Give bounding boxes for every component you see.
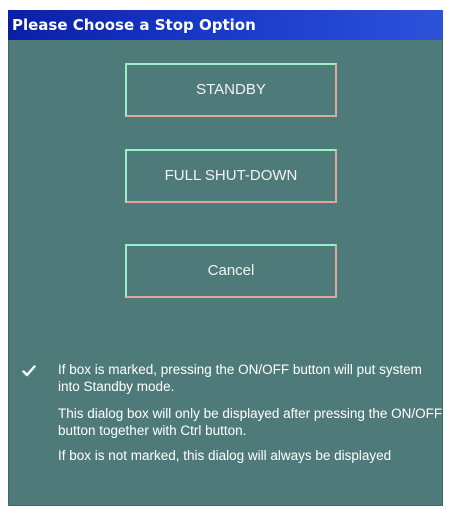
cancel-button[interactable]: Cancel — [125, 244, 337, 298]
full-shutdown-button[interactable]: FULL SHUT-DOWN — [125, 149, 337, 203]
unmarked-box-note: If box is not marked, this dialog will a… — [58, 448, 392, 463]
stop-option-dialog: Please Choose a Stop Option STANDBY FULL… — [8, 10, 443, 506]
standby-mode-checkbox[interactable] — [22, 364, 36, 378]
checkmark-icon — [22, 365, 36, 377]
dialog-title: Please Choose a Stop Option — [8, 10, 443, 40]
standby-button[interactable]: STANDBY — [125, 63, 337, 117]
dialog-display-note: This dialog box will only be displayed a… — [58, 406, 443, 438]
standby-mode-note: If box is marked, pressing the ON/OFF bu… — [58, 362, 422, 394]
